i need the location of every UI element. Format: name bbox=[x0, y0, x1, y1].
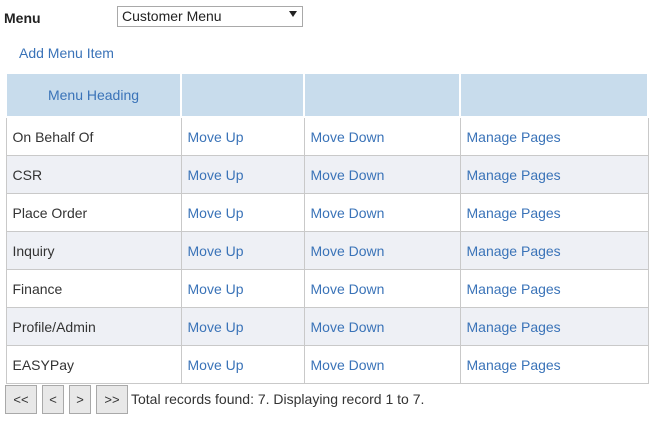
table-row: Finance Move Up Move Down Manage Pages bbox=[5, 269, 649, 308]
move-down-link[interactable]: Move Down bbox=[303, 307, 461, 346]
move-down-link[interactable]: Move Down bbox=[303, 231, 461, 270]
manage-pages-link[interactable]: Manage Pages bbox=[459, 116, 649, 156]
next-page-button[interactable]: > bbox=[69, 385, 91, 414]
move-down-link[interactable]: Move Down bbox=[303, 155, 461, 194]
menu-heading-cell: Finance bbox=[5, 269, 182, 308]
table-header-row: Menu Heading bbox=[5, 72, 649, 118]
manage-pages-link[interactable]: Manage Pages bbox=[459, 269, 649, 308]
table-row: CSR Move Up Move Down Manage Pages bbox=[5, 155, 649, 194]
menu-heading-cell: On Behalf Of bbox=[5, 116, 182, 156]
menu-label: Menu bbox=[4, 10, 41, 26]
manage-pages-link[interactable]: Manage Pages bbox=[459, 231, 649, 270]
column-header-2 bbox=[180, 72, 305, 118]
move-up-link[interactable]: Move Up bbox=[180, 345, 305, 384]
previous-page-button[interactable]: < bbox=[42, 385, 64, 414]
manage-pages-link[interactable]: Manage Pages bbox=[459, 307, 649, 346]
table-row: On Behalf Of Move Up Move Down Manage Pa… bbox=[5, 116, 649, 156]
manage-pages-link[interactable]: Manage Pages bbox=[459, 155, 649, 194]
manage-pages-link[interactable]: Manage Pages bbox=[459, 345, 649, 384]
move-up-link[interactable]: Move Up bbox=[180, 155, 305, 194]
menu-heading-cell: CSR bbox=[5, 155, 182, 194]
column-header-4 bbox=[459, 72, 649, 118]
column-header-menu-heading[interactable]: Menu Heading bbox=[5, 72, 182, 118]
menu-heading-cell: Inquiry bbox=[5, 231, 182, 270]
last-page-button[interactable]: >> bbox=[96, 385, 128, 414]
manage-pages-link[interactable]: Manage Pages bbox=[459, 193, 649, 232]
move-up-link[interactable]: Move Up bbox=[180, 193, 305, 232]
table-row: Inquiry Move Up Move Down Manage Pages bbox=[5, 231, 649, 270]
move-down-link[interactable]: Move Down bbox=[303, 193, 461, 232]
first-page-button[interactable]: << bbox=[5, 385, 37, 414]
move-down-link[interactable]: Move Down bbox=[303, 116, 461, 156]
move-up-link[interactable]: Move Up bbox=[180, 116, 305, 156]
menu-heading-cell: Profile/Admin bbox=[5, 307, 182, 346]
menu-heading-cell: EASYPay bbox=[5, 345, 182, 384]
column-header-3 bbox=[303, 72, 461, 118]
pagination-bar: << < > >> Total records found: 7. Displa… bbox=[5, 385, 650, 415]
table-row: Place Order Move Up Move Down Manage Pag… bbox=[5, 193, 649, 232]
menu-selector-row: Menu Customer Menu bbox=[4, 6, 314, 30]
dropdown-arrow-icon bbox=[289, 11, 297, 17]
move-down-link[interactable]: Move Down bbox=[303, 269, 461, 308]
move-up-link[interactable]: Move Up bbox=[180, 231, 305, 270]
move-up-link[interactable]: Move Up bbox=[180, 269, 305, 308]
menu-select[interactable]: Customer Menu bbox=[117, 6, 303, 27]
menu-table: Menu Heading On Behalf Of Move Up Move D… bbox=[5, 72, 649, 384]
move-down-link[interactable]: Move Down bbox=[303, 345, 461, 384]
record-count-info: Total records found: 7. Displaying recor… bbox=[131, 391, 425, 407]
menu-heading-cell: Place Order bbox=[5, 193, 182, 232]
add-menu-item-link[interactable]: Add Menu Item bbox=[19, 45, 114, 61]
table-row: EASYPay Move Up Move Down Manage Pages bbox=[5, 345, 649, 384]
table-row: Profile/Admin Move Up Move Down Manage P… bbox=[5, 307, 649, 346]
move-up-link[interactable]: Move Up bbox=[180, 307, 305, 346]
menu-select-value: Customer Menu bbox=[122, 8, 222, 24]
